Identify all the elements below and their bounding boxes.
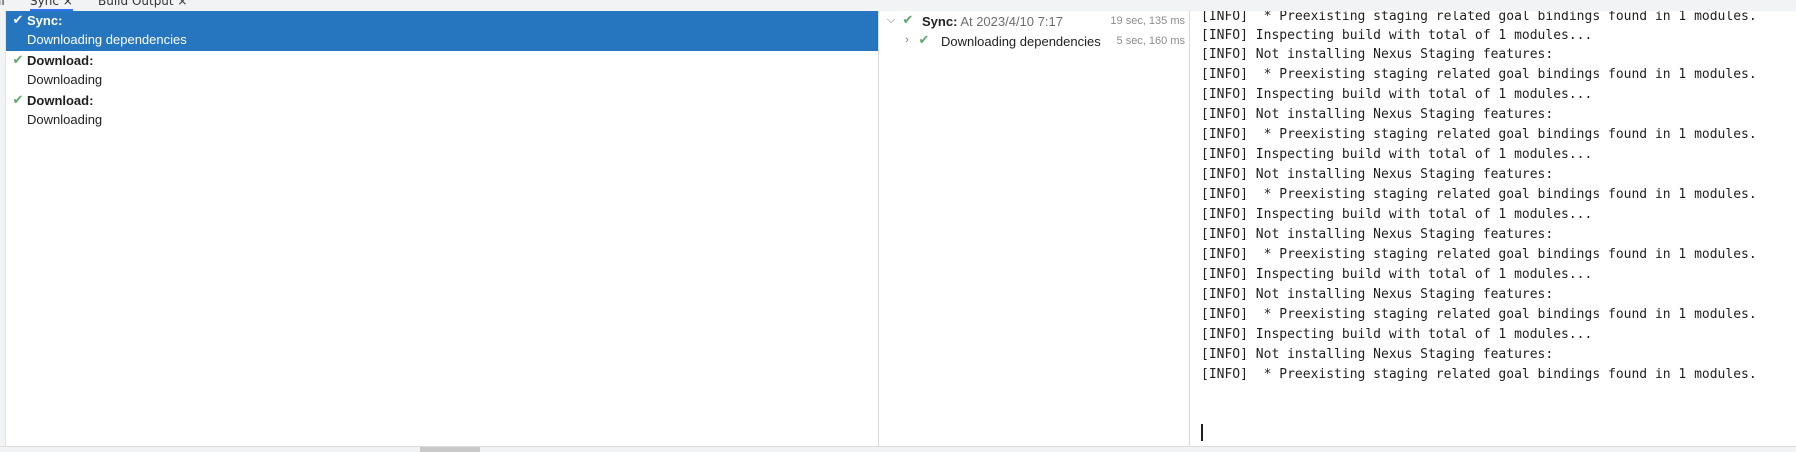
check-icon: ✔ [918, 32, 930, 47]
tree-row-label: Sync: At 2023/4/10 7:17 [922, 14, 1063, 29]
sync-list-item[interactable]: ✔ Sync: Downloading dependencies [6, 11, 878, 51]
sync-list-item[interactable]: ✔ Download: Downloading [6, 91, 878, 131]
sync-item-title: Sync: [27, 13, 63, 28]
chevron-right-icon[interactable]: › [901, 33, 913, 47]
sync-item-title: Download: [27, 93, 94, 108]
console-line: [INFO] Inspecting build with total of 1 … [1201, 327, 1593, 342]
tree-row-downloading[interactable]: › ✔ Downloading dependencies 5 sec, 160 … [879, 31, 1189, 51]
sync-item-subtitle: Downloading [27, 72, 103, 87]
sync-tree: ⌵ ✔ Sync: At 2023/4/10 7:17 19 sec, 135 … [879, 11, 1190, 446]
console-output[interactable]: [INFO] * Preexisting staging related goa… [1190, 11, 1796, 446]
console-line: [INFO] Not installing Nexus Staging feat… [1201, 287, 1554, 302]
console-line: [INFO] * Preexisting staging related goa… [1201, 247, 1757, 262]
console-line: [INFO] Inspecting build with total of 1 … [1201, 87, 1593, 102]
console-line: [INFO] * Preexisting staging related goa… [1201, 367, 1757, 382]
tree-child-label: Downloading dependencies [941, 34, 1101, 49]
console-line: [INFO] * Preexisting staging related goa… [1201, 307, 1757, 322]
console-line: [INFO] Not installing Nexus Staging feat… [1201, 167, 1554, 182]
sync-item-subtitle: Downloading dependencies [27, 32, 187, 47]
sync-list-item[interactable]: ✔ Download: Downloading [6, 51, 878, 91]
tree-child-time: 5 sec, 160 ms [1116, 35, 1185, 47]
tree-root-time: 19 sec, 135 ms [1110, 15, 1185, 27]
text-caret [1201, 424, 1203, 441]
console-line: [INFO] Not installing Nexus Staging feat… [1201, 107, 1554, 122]
console-line: [INFO] Not installing Nexus Staging feat… [1201, 227, 1554, 242]
console-line: [INFO] Inspecting build with total of 1 … [1201, 28, 1593, 43]
check-icon: ✔ [12, 13, 24, 28]
chevron-down-icon[interactable]: ⌵ [885, 13, 897, 27]
tab-build-output[interactable]: Build Output × [98, 0, 188, 8]
console-line: [INFO] Inspecting build with total of 1 … [1201, 267, 1593, 282]
sync-item-title: Download: [27, 53, 94, 68]
tab-partial[interactable]: al [0, 0, 5, 8]
console-line: [INFO] * Preexisting staging related goa… [1201, 127, 1757, 142]
console-line: [INFO] Not installing Nexus Staging feat… [1201, 347, 1554, 362]
horizontal-scrollbar[interactable] [0, 446, 1796, 452]
console-line: [INFO] Inspecting build with total of 1 … [1201, 147, 1593, 162]
console-line: [INFO] Inspecting build with total of 1 … [1201, 207, 1593, 222]
tree-root-title: Sync: [922, 14, 958, 29]
tree-root-detail: At 2023/4/10 7:17 [960, 14, 1063, 29]
console-line: [INFO] Not installing Nexus Staging feat… [1201, 47, 1554, 62]
console-line: [INFO] * Preexisting staging related goa… [1201, 67, 1757, 82]
console-line: [INFO] * Preexisting staging related goa… [1201, 187, 1757, 202]
check-icon: ✔ [12, 93, 24, 108]
tree-row-sync[interactable]: ⌵ ✔ Sync: At 2023/4/10 7:17 19 sec, 135 … [879, 11, 1189, 31]
tab-sync[interactable]: Sync × [30, 0, 73, 11]
check-icon: ✔ [12, 53, 24, 68]
scrollbar-thumb[interactable] [420, 447, 480, 452]
console-line: [INFO] * Preexisting staging related goa… [1201, 11, 1757, 24]
sync-list: ✔ Sync: Downloading dependencies ✔ Downl… [6, 11, 879, 446]
sync-item-subtitle: Downloading [27, 112, 103, 127]
check-icon: ✔ [902, 12, 914, 27]
